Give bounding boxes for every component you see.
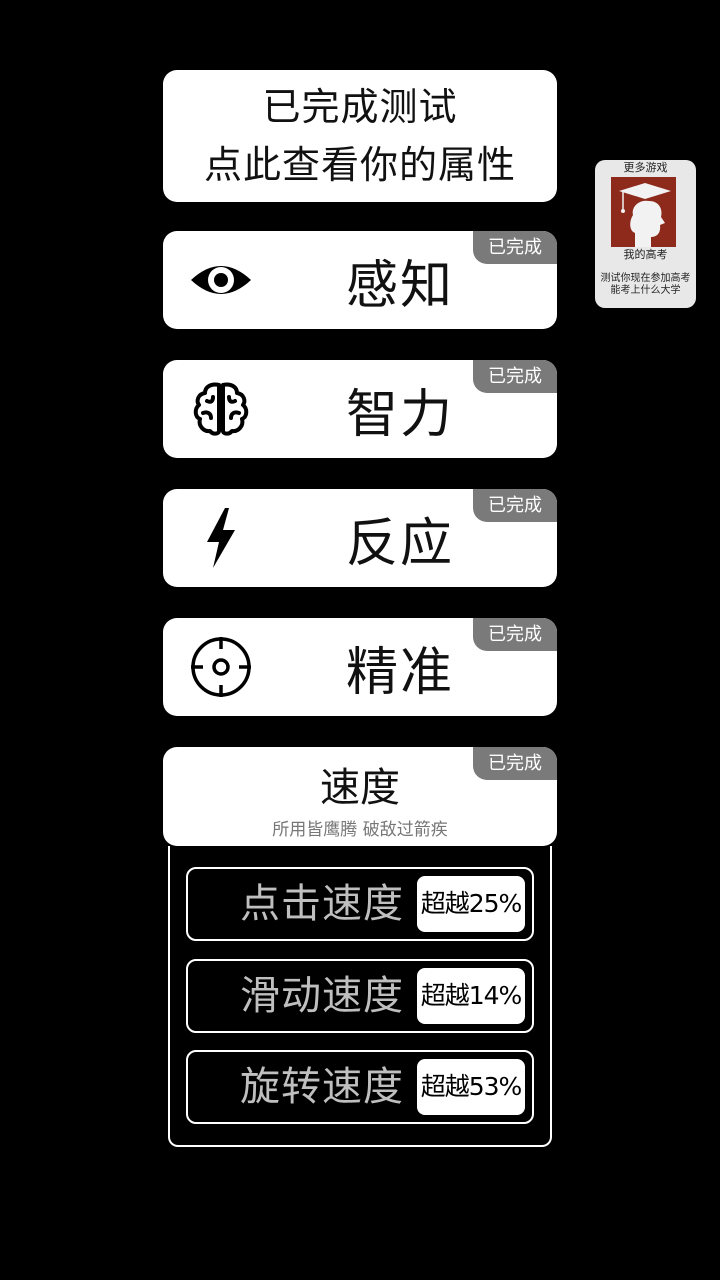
category-perception-card[interactable]: 感知 已完成 [163,231,557,329]
category-intelligence-card[interactable]: 智力 已完成 [163,360,557,458]
stat-name: 点击速度 [240,881,404,927]
promo-description: 测试你现在参加高考能考上什么大学 [600,273,691,296]
stat-percentile: 超越53% [417,1059,525,1115]
stat-name: 旋转速度 [240,1064,404,1110]
stat-name: 滑动速度 [240,973,404,1019]
completed-badge: 已完成 [473,618,557,651]
brain-icon [189,377,253,441]
stat-row-swipe-speed: 滑动速度 超越14% [186,959,534,1033]
lightning-icon [189,506,253,570]
category-precision-card[interactable]: 精准 已完成 [163,618,557,716]
stat-percentile: 超越25% [417,876,525,932]
completed-badge: 已完成 [473,489,557,522]
category-speed-card[interactable]: 速度 所用皆鹰腾 破敌过箭疾 已完成 [163,747,557,846]
eye-icon [189,248,253,312]
completed-badge: 已完成 [473,231,557,264]
test-complete-title: 已完成测试 [262,85,458,129]
view-attributes-button[interactable]: 已完成测试 点此查看你的属性 [163,70,557,202]
view-attributes-label: 点此查看你的属性 [203,143,516,187]
stat-percentile: 超越14% [417,968,525,1024]
completed-badge: 已完成 [473,747,557,780]
graduate-head-icon [611,177,676,247]
stat-row-tap-speed: 点击速度 超越25% [186,867,534,941]
category-subtitle: 所用皆鹰腾 破敌过箭疾 [272,820,448,840]
promo-game-name: 我的高考 [623,248,668,261]
more-games-label: 更多游戏 [623,161,668,174]
stat-row-rotate-speed: 旋转速度 超越53% [186,1050,534,1124]
crosshair-icon [189,635,253,699]
more-games-promo[interactable]: 更多游戏 我的高考 测试你现在参加高考能考上什么大学 [595,160,696,308]
category-reaction-card[interactable]: 反应 已完成 [163,489,557,587]
completed-badge: 已完成 [473,360,557,393]
